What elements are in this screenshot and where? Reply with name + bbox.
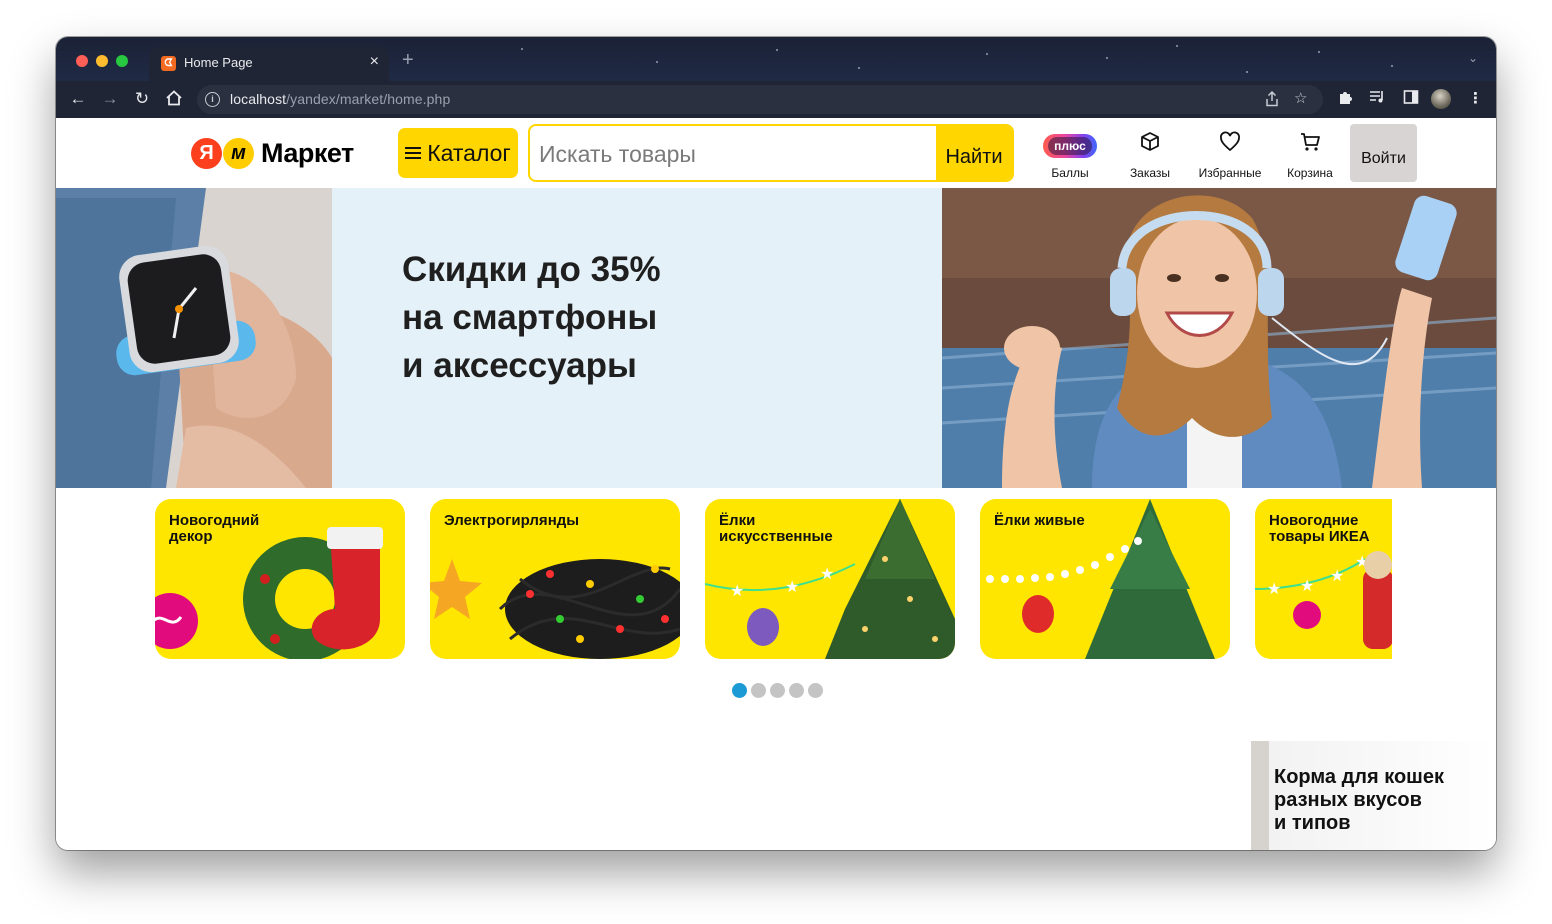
tab-search-chevron-icon[interactable]: ⌄ <box>1468 51 1478 65</box>
share-icon[interactable] <box>1265 90 1279 111</box>
category-carousel: Новогодний декор Электрогирлянды Ёлки ис… <box>155 499 1392 659</box>
window-controls <box>76 55 128 67</box>
catalog-label: Каталог <box>427 139 511 166</box>
search-bar: Найти <box>528 124 1014 182</box>
market-logo[interactable]: Я м Маркет <box>191 138 354 169</box>
xampp-favicon-icon: ᗧ <box>161 56 176 71</box>
category-title: Электрогирлянды <box>444 512 580 529</box>
svg-text:★: ★ <box>820 566 834 583</box>
svg-text:★: ★ <box>1267 581 1281 598</box>
tab-title: Home Page <box>184 55 253 70</box>
cart-icon <box>1301 133 1320 151</box>
carousel-dot-2[interactable] <box>751 683 766 698</box>
minimize-window-button[interactable] <box>96 55 108 67</box>
extensions-puzzle-icon[interactable] <box>1338 89 1354 109</box>
page-content: Я м Маркет Каталог Найти плюс Баллы Зака… <box>56 118 1496 850</box>
search-input[interactable] <box>530 126 951 180</box>
hero-line-1: Скидки до 35% <box>402 250 661 289</box>
category-title: Новогодние товары ИКЕА <box>1269 512 1370 545</box>
logo-text: Маркет <box>261 138 354 168</box>
orders-label: Заказы <box>1129 166 1171 180</box>
browser-toolbar: ← → ↻ i localhost/yandex/market/home.php… <box>56 81 1496 118</box>
category-card[interactable]: Ёлки живые <box>980 499 1230 659</box>
browser-window: ᗧ Home Page × + ⌄ ← → ↻ i localhost/yand… <box>56 37 1496 850</box>
heart-icon <box>1220 131 1240 152</box>
category-title: Ёлки искусственные <box>719 512 833 545</box>
tab-bar: ᗧ Home Page × + ⌄ <box>56 37 1496 81</box>
close-window-button[interactable] <box>76 55 88 67</box>
svg-text:★: ★ <box>730 583 744 600</box>
svg-text:★: ★ <box>1330 568 1344 585</box>
carousel-dot-4[interactable] <box>789 683 804 698</box>
site-info-icon[interactable]: i <box>205 92 220 107</box>
cat-food-promo[interactable]: Корма для кошек разных вкусов и типов <box>1251 741 1496 850</box>
hero-title: Скидки до 35% на смартфоны и аксессуары <box>402 246 822 390</box>
category-card[interactable]: Новогодний декор <box>155 499 405 659</box>
search-button[interactable]: Найти <box>936 126 1012 180</box>
browser-menu-icon[interactable]: ⋮ <box>1468 89 1483 107</box>
media-queue-icon[interactable] <box>1369 89 1387 109</box>
smartwatch-image <box>56 188 332 488</box>
site-header: Я м Маркет Каталог Найти плюс Баллы Зака… <box>56 118 1496 188</box>
svg-text:★: ★ <box>1300 578 1314 595</box>
girl-headphones-image <box>942 188 1496 488</box>
carousel-dot-5[interactable] <box>808 683 823 698</box>
browser-tab[interactable]: ᗧ Home Page × <box>149 47 389 81</box>
carousel-pagination <box>732 683 823 698</box>
tab-close-icon[interactable]: × <box>370 53 379 71</box>
box-icon <box>1141 132 1159 151</box>
plus-badge-icon: плюс <box>1043 134 1097 158</box>
favorites-label: Избранные <box>1198 166 1262 180</box>
new-tab-button[interactable]: + <box>402 50 414 70</box>
url-text[interactable]: localhost/yandex/market/home.php <box>230 91 450 107</box>
forward-arrow-icon[interactable]: → <box>99 89 121 109</box>
logo-ya-mark: Я <box>191 138 222 169</box>
hero-line-2: на смартфоны <box>402 298 658 337</box>
reload-icon[interactable]: ↻ <box>131 89 153 109</box>
hamburger-menu-icon <box>405 147 422 159</box>
logo-market-mark: м <box>223 138 254 169</box>
address-bar[interactable]: i localhost/yandex/market/home.php ☆ <box>197 85 1323 114</box>
login-button[interactable]: Войти <box>1350 124 1417 182</box>
category-card[interactable]: Ёлки искусственные ★ ★ ★ <box>705 499 955 659</box>
catalog-button[interactable]: Каталог <box>398 128 518 178</box>
hero-banner[interactable]: Скидки до 35% на смартфоны и аксессуары <box>56 188 1496 488</box>
carousel-dot-1[interactable] <box>732 683 747 698</box>
back-arrow-icon[interactable]: ← <box>67 89 89 109</box>
profile-avatar[interactable] <box>1431 89 1451 109</box>
zoom-window-button[interactable] <box>116 55 128 67</box>
cart-label: Корзина <box>1287 166 1333 180</box>
category-card[interactable]: Электрогирлянды <box>430 499 680 659</box>
side-panel-icon[interactable] <box>1403 89 1419 109</box>
category-title: Новогодний декор <box>169 512 260 545</box>
category-card[interactable]: Новогодние товары ИКЕА ★ ★ ★ ★ <box>1255 499 1392 659</box>
promo-title: Корма для кошек разных вкусов и типов <box>1274 766 1444 834</box>
bookmark-star-icon[interactable]: ☆ <box>1294 89 1307 107</box>
svg-text:★: ★ <box>785 579 799 596</box>
points-label: Баллы <box>1051 166 1089 180</box>
home-icon[interactable] <box>163 89 185 112</box>
category-title: Ёлки живые <box>994 512 1085 529</box>
hero-line-3: и аксессуары <box>402 346 637 385</box>
carousel-dot-3[interactable] <box>770 683 785 698</box>
